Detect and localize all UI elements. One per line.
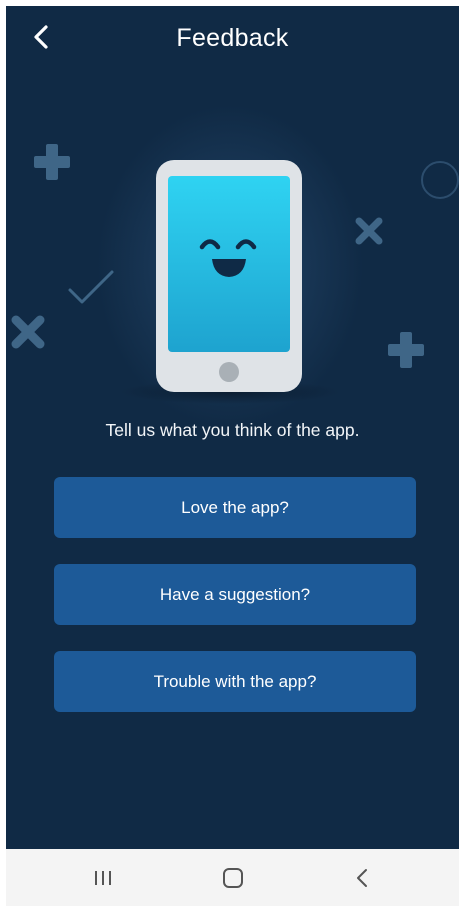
page-title: Feedback bbox=[176, 24, 289, 52]
feedback-prompt: Tell us what you think of the app. bbox=[105, 420, 360, 440]
system-navigation-bar bbox=[6, 849, 459, 906]
recents-button[interactable] bbox=[86, 861, 120, 895]
trouble-with-app-button[interactable]: Trouble with the app? bbox=[54, 651, 416, 712]
love-the-app-button[interactable]: Love the app? bbox=[54, 477, 416, 538]
back-icon bbox=[357, 869, 367, 887]
smiling-phone-illustration bbox=[120, 160, 340, 404]
phone-screen: Feedback Tell us what you think of the a… bbox=[6, 6, 459, 906]
system-back-button[interactable] bbox=[346, 861, 380, 895]
feedback-screen: Feedback Tell us what you think of the a… bbox=[6, 6, 459, 849]
recents-icon bbox=[95, 871, 111, 885]
have-a-suggestion-button[interactable]: Have a suggestion? bbox=[54, 564, 416, 625]
home-button[interactable] bbox=[216, 861, 250, 895]
home-icon bbox=[223, 868, 243, 888]
